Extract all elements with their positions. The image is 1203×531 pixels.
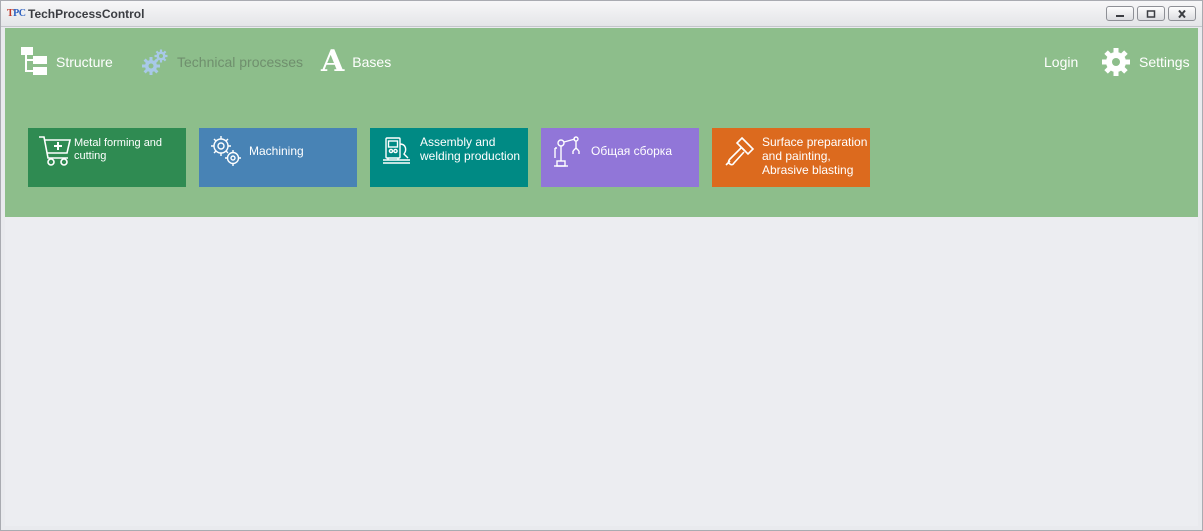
gears-icon	[141, 48, 169, 76]
letter-a-icon: A	[321, 44, 345, 79]
gear-icon	[1101, 47, 1131, 77]
tile-label: Assembly and welding production	[420, 135, 521, 163]
gears-icon	[209, 134, 243, 171]
tile-label: Machining	[249, 144, 304, 158]
window-title: TechProcessControl	[28, 7, 145, 21]
nav-login[interactable]: Login	[1044, 46, 1078, 78]
minimize-icon	[1116, 14, 1124, 17]
minimize-button[interactable]	[1106, 6, 1134, 21]
nav-technical-processes-label: Technical processes	[177, 54, 304, 70]
nav-settings[interactable]: Settings	[1101, 46, 1190, 78]
app-logo: TPC	[7, 8, 26, 19]
close-icon	[1178, 9, 1186, 18]
tile-surface-preparation[interactable]: Surface preparation and painting, Abrasi…	[712, 128, 870, 187]
nav-technical-processes[interactable]: Technical processes	[141, 46, 303, 78]
close-button[interactable]	[1168, 6, 1196, 21]
tile-label: Surface preparation and painting, Abrasi…	[762, 135, 868, 177]
paint-brush-icon	[722, 134, 756, 171]
tile-metal-forming[interactable]: Metal forming and cutting	[28, 128, 186, 187]
nav-bases-label: Bases	[352, 54, 392, 70]
nav-settings-label: Settings	[1139, 54, 1190, 70]
nav-bases[interactable]: A Bases	[321, 46, 391, 78]
maximize-button[interactable]	[1137, 6, 1165, 21]
nav-structure[interactable]: Structure	[20, 46, 113, 78]
welding-machine-icon	[380, 134, 414, 171]
main-toolbar: Structure Technical processes A Bases Lo…	[5, 28, 1198, 217]
cart-plus-icon	[38, 134, 72, 171]
nav-structure-label: Structure	[56, 54, 113, 70]
main-content-area	[5, 217, 1198, 526]
window-controls	[1106, 6, 1196, 21]
nav-login-label: Login	[1044, 54, 1079, 70]
robot-arm-icon	[551, 134, 585, 171]
tree-structure-icon	[20, 46, 48, 78]
tile-label: Metal forming and cutting	[74, 137, 163, 162]
tile-label: Общая сборка	[591, 144, 672, 158]
app-window: TPC TechProcessControl Structure Technic…	[0, 0, 1203, 531]
tile-general-assembly[interactable]: Общая сборка	[541, 128, 699, 187]
title-bar[interactable]: TPC TechProcessControl	[1, 1, 1202, 27]
tile-assembly-welding[interactable]: Assembly and welding production	[370, 128, 528, 187]
maximize-icon	[1146, 9, 1156, 18]
tile-machining[interactable]: Machining	[199, 128, 357, 187]
